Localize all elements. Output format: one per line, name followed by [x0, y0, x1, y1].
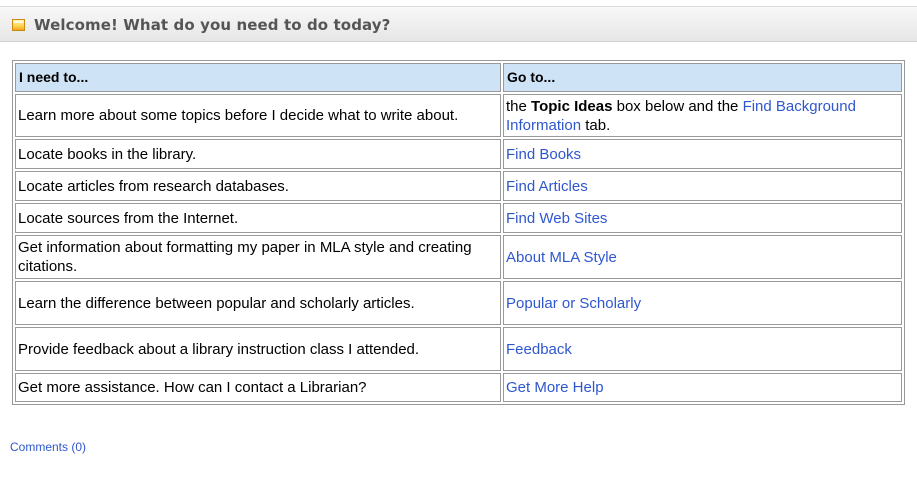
- find-books-link[interactable]: Find Books: [506, 146, 581, 163]
- goto-suffix: tab.: [585, 116, 611, 134]
- goto-middle: box below and the: [616, 97, 739, 115]
- column-header-need: I need to...: [15, 63, 501, 92]
- need-cell: Locate books in the library.: [15, 139, 501, 169]
- goto-cell: the Topic Ideas box below and the Find B…: [503, 94, 902, 137]
- topic-ideas-label: Topic Ideas: [531, 97, 613, 115]
- need-cell: Locate sources from the Internet.: [15, 203, 501, 233]
- table-row: Provide feedback about a library instruc…: [15, 327, 902, 371]
- comments-link[interactable]: Comments (0): [10, 440, 86, 454]
- need-cell: Learn the difference between popular and…: [15, 281, 501, 325]
- find-articles-link[interactable]: Find Articles: [506, 178, 588, 195]
- table-row: Locate sources from the Internet. Find W…: [15, 203, 902, 233]
- column-header-goto: Go to...: [503, 63, 902, 92]
- get-more-help-link[interactable]: Get More Help: [506, 379, 604, 396]
- goto-cell: Find Web Sites: [503, 203, 902, 233]
- goto-cell: Feedback: [503, 327, 902, 371]
- goto-cell: About MLA Style: [503, 235, 902, 279]
- need-cell: Locate articles from research databases.: [15, 171, 501, 201]
- need-cell: Get information about formatting my pape…: [15, 235, 501, 279]
- welcome-box: Welcome! What do you need to do today? I…: [0, 6, 917, 441]
- goto-prefix: the: [506, 97, 527, 115]
- need-cell: Get more assistance. How can I contact a…: [15, 373, 501, 402]
- table-row: Learn more about some topics before I de…: [15, 94, 902, 137]
- table-row: Get more assistance. How can I contact a…: [15, 373, 902, 402]
- box-header: Welcome! What do you need to do today?: [0, 6, 917, 42]
- goto-cell: Get More Help: [503, 373, 902, 402]
- box-content: I need to... Go to... Learn more about s…: [0, 42, 917, 441]
- table-row: Get information about formatting my pape…: [15, 235, 902, 279]
- guide-table: I need to... Go to... Learn more about s…: [12, 60, 905, 405]
- table-row: Locate articles from research databases.…: [15, 171, 902, 201]
- table-row: Locate books in the library. Find Books: [15, 139, 902, 169]
- goto-cell: Popular or Scholarly: [503, 281, 902, 325]
- goto-cell: Find Articles: [503, 171, 902, 201]
- table-header-row: I need to... Go to...: [15, 63, 902, 92]
- table-row: Learn the difference between popular and…: [15, 281, 902, 325]
- note-box-icon: [12, 19, 25, 31]
- need-cell: Learn more about some topics before I de…: [15, 94, 501, 137]
- box-title: Welcome! What do you need to do today?: [34, 16, 391, 34]
- feedback-link[interactable]: Feedback: [506, 341, 572, 358]
- popular-or-scholarly-link[interactable]: Popular or Scholarly: [506, 295, 641, 312]
- goto-cell: Find Books: [503, 139, 902, 169]
- find-web-sites-link[interactable]: Find Web Sites: [506, 210, 607, 227]
- need-cell: Provide feedback about a library instruc…: [15, 327, 501, 371]
- about-mla-style-link[interactable]: About MLA Style: [506, 249, 617, 266]
